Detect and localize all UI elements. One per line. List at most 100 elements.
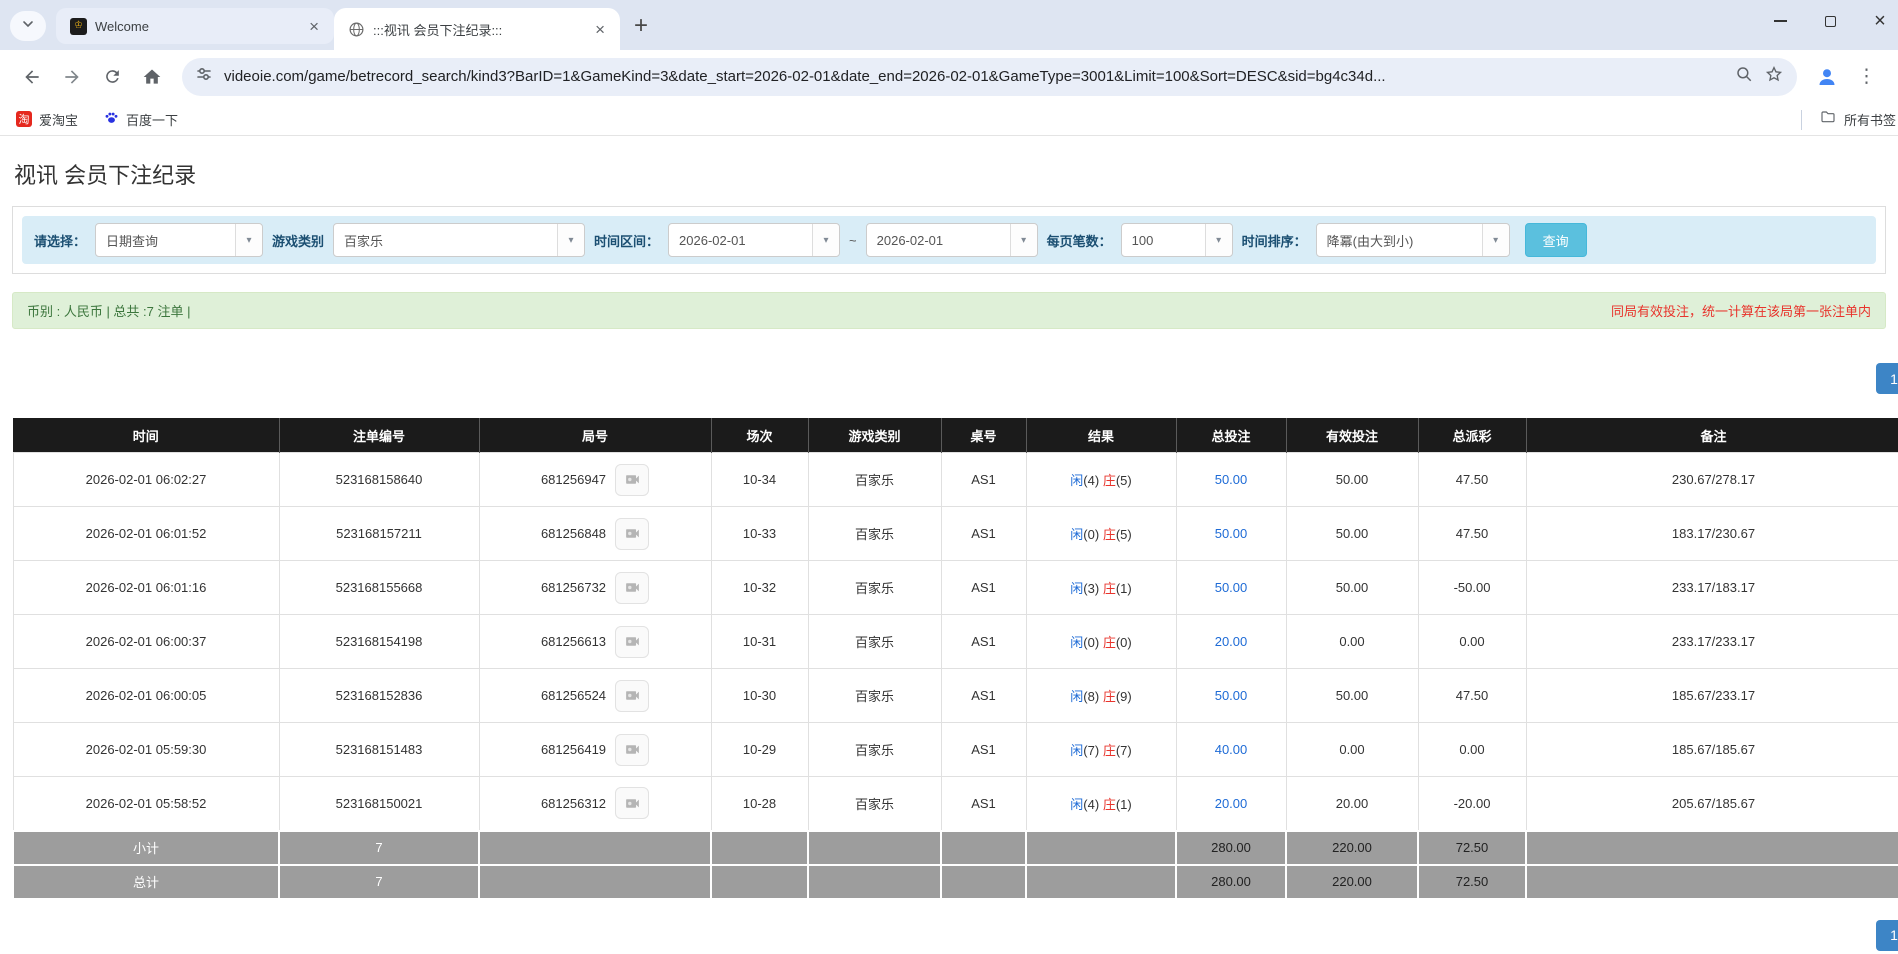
cell-total-bet[interactable]: 50.00 — [1175, 452, 1287, 507]
game-type-select[interactable]: 百家乐 ▾ — [333, 223, 586, 257]
cell-total-bet[interactable]: 50.00 — [1175, 560, 1287, 615]
video-replay-button[interactable] — [615, 463, 650, 496]
cell-table-number: AS1 — [940, 452, 1027, 507]
total-bet-link[interactable]: 50.00 — [1215, 688, 1248, 703]
baidu-paw-icon — [104, 110, 119, 128]
result-banker: 庄 — [1102, 689, 1116, 704]
video-replay-button[interactable] — [615, 733, 650, 766]
page-1-button[interactable]: 1 — [1876, 919, 1898, 951]
video-replay-button[interactable] — [615, 517, 650, 550]
cell-note: 233.17/183.17 — [1525, 560, 1898, 615]
cell-total-bet[interactable]: 20.00 — [1175, 614, 1287, 669]
date-start-value: 2026-02-01 — [679, 232, 746, 248]
url-text[interactable]: videoie.com/game/betrecord_search/kind3?… — [224, 68, 1723, 85]
profile-avatar[interactable] — [1809, 59, 1845, 95]
subtotal-row-count: 7 — [278, 829, 480, 866]
cell-total-bet[interactable]: 40.00 — [1175, 722, 1287, 777]
address-bar[interactable]: videoie.com/game/betrecord_search/kind3?… — [182, 57, 1797, 96]
forward-button[interactable] — [54, 59, 90, 95]
video-replay-button[interactable] — [615, 679, 650, 712]
cell-round-number: 681256419 — [478, 722, 712, 777]
page-content: 视讯 会员下注纪录 请选择： 日期查询 ▾ 游戏类别 百家乐 ▾ 时间区间： 2… — [0, 158, 1898, 951]
cell-session: 10-28 — [710, 776, 809, 831]
all-bookmarks[interactable]: 所有书签 — [1800, 103, 1896, 136]
cell-payout: -50.00 — [1417, 560, 1527, 615]
search-button[interactable]: 查询 — [1524, 223, 1587, 257]
reload-button[interactable] — [94, 59, 130, 95]
video-camera-icon — [625, 799, 639, 808]
cell-time: 2026-02-01 06:00:37 — [12, 614, 280, 669]
maximize-button[interactable] — [1822, 13, 1838, 29]
chevron-down-icon — [22, 17, 34, 35]
table-row: 2026-02-01 06:01:16 523168155668 681256732… — [12, 560, 1898, 615]
tab-title: :::视讯 会员下注纪录::: — [373, 22, 503, 38]
zoom-icon[interactable] — [1735, 65, 1753, 88]
total-row-valid-bet: 220.00 — [1285, 863, 1419, 900]
total-bet-link[interactable]: 20.00 — [1215, 634, 1248, 649]
round-number-text: 681256524 — [540, 688, 607, 703]
cell-result: 闲(0) 庄(0) — [1025, 614, 1177, 669]
table-row: 2026-02-01 06:01:52 523168157211 681256848… — [12, 506, 1898, 561]
bookmark-baidu[interactable]: 百度一下 — [104, 110, 178, 129]
video-replay-button[interactable] — [615, 571, 650, 604]
cell-result: 闲(4) 庄(5) — [1025, 452, 1177, 507]
date-start-select[interactable]: 2026-02-01 ▾ — [668, 223, 841, 257]
cell-table-number: AS1 — [940, 776, 1027, 831]
cell-game-type: 百家乐 — [807, 560, 942, 615]
result-player: 闲 — [1070, 473, 1084, 488]
browser-menu-button[interactable]: ⋮ — [1849, 65, 1884, 88]
tab-betrecord[interactable]: :::视讯 会员下注纪录::: × — [334, 8, 620, 50]
date-end-select[interactable]: 2026-02-01 ▾ — [865, 223, 1038, 257]
video-replay-button[interactable] — [615, 625, 650, 658]
empty-cell — [478, 863, 712, 900]
query-type-select[interactable]: 日期查询 ▾ — [95, 223, 264, 257]
back-button[interactable] — [14, 59, 50, 95]
column-header: 桌号 — [941, 418, 1027, 453]
tab-search-button[interactable] — [10, 11, 46, 41]
tab-welcome[interactable]: ♔ Welcome × — [56, 8, 334, 44]
cell-time: 2026-02-01 06:02:27 — [12, 452, 280, 507]
video-replay-button[interactable] — [615, 787, 650, 820]
cell-bet-number: 523168154198 — [278, 614, 480, 669]
bookmark-taobao[interactable]: 淘 爱淘宝 — [16, 110, 78, 129]
table-body: 2026-02-01 06:02:27 523168158640 681256947… — [12, 452, 1898, 900]
home-button[interactable] — [134, 59, 170, 95]
cell-payout: 47.50 — [1417, 506, 1527, 561]
total-bet-link[interactable]: 40.00 — [1215, 742, 1248, 757]
cell-payout: 0.00 — [1417, 614, 1527, 669]
home-icon — [143, 69, 161, 84]
close-window-button[interactable]: × — [1872, 11, 1888, 31]
cell-session: 10-29 — [710, 722, 809, 777]
back-arrow-icon — [25, 69, 39, 84]
cell-total-bet[interactable]: 20.00 — [1175, 776, 1287, 831]
cell-time: 2026-02-01 06:01:16 — [12, 560, 280, 615]
cell-result: 闲(3) 庄(1) — [1025, 560, 1177, 615]
minimize-button[interactable] — [1772, 13, 1788, 29]
new-tab-button[interactable]: + — [634, 14, 648, 38]
site-settings-icon[interactable] — [196, 66, 212, 87]
total-bet-link[interactable]: 50.00 — [1215, 580, 1248, 595]
cell-total-bet[interactable]: 50.00 — [1175, 506, 1287, 561]
total-bet-link[interactable]: 20.00 — [1215, 796, 1248, 811]
cell-total-bet[interactable]: 50.00 — [1175, 668, 1287, 723]
video-camera-icon — [625, 475, 639, 484]
close-tab-icon[interactable]: × — [304, 17, 324, 36]
page-1-button[interactable]: 1 — [1876, 363, 1898, 394]
close-tab-icon[interactable]: × — [590, 20, 610, 39]
bookmark-star-icon[interactable] — [1765, 65, 1783, 88]
cell-time: 2026-02-01 05:59:30 — [12, 722, 280, 777]
column-header: 场次 — [711, 418, 809, 453]
cell-game-type: 百家乐 — [807, 614, 942, 669]
sort-select[interactable]: 降冪(由大到小) ▾ — [1315, 223, 1510, 257]
video-camera-icon — [625, 583, 639, 592]
total-bet-link[interactable]: 50.00 — [1215, 526, 1248, 541]
browser-toolbar: videoie.com/game/betrecord_search/kind3?… — [0, 50, 1898, 103]
cell-valid-bet: 50.00 — [1285, 506, 1419, 561]
cell-valid-bet: 20.00 — [1285, 776, 1419, 831]
cell-session: 10-30 — [710, 668, 809, 723]
total-bet-link[interactable]: 50.00 — [1215, 472, 1248, 487]
per-page-select[interactable]: 100 ▾ — [1120, 223, 1233, 257]
bookmarks-bar: 淘 爱淘宝 百度一下 所有书签 — [0, 103, 1898, 136]
cell-session: 10-32 — [710, 560, 809, 615]
cell-bet-number: 523168155668 — [278, 560, 480, 615]
